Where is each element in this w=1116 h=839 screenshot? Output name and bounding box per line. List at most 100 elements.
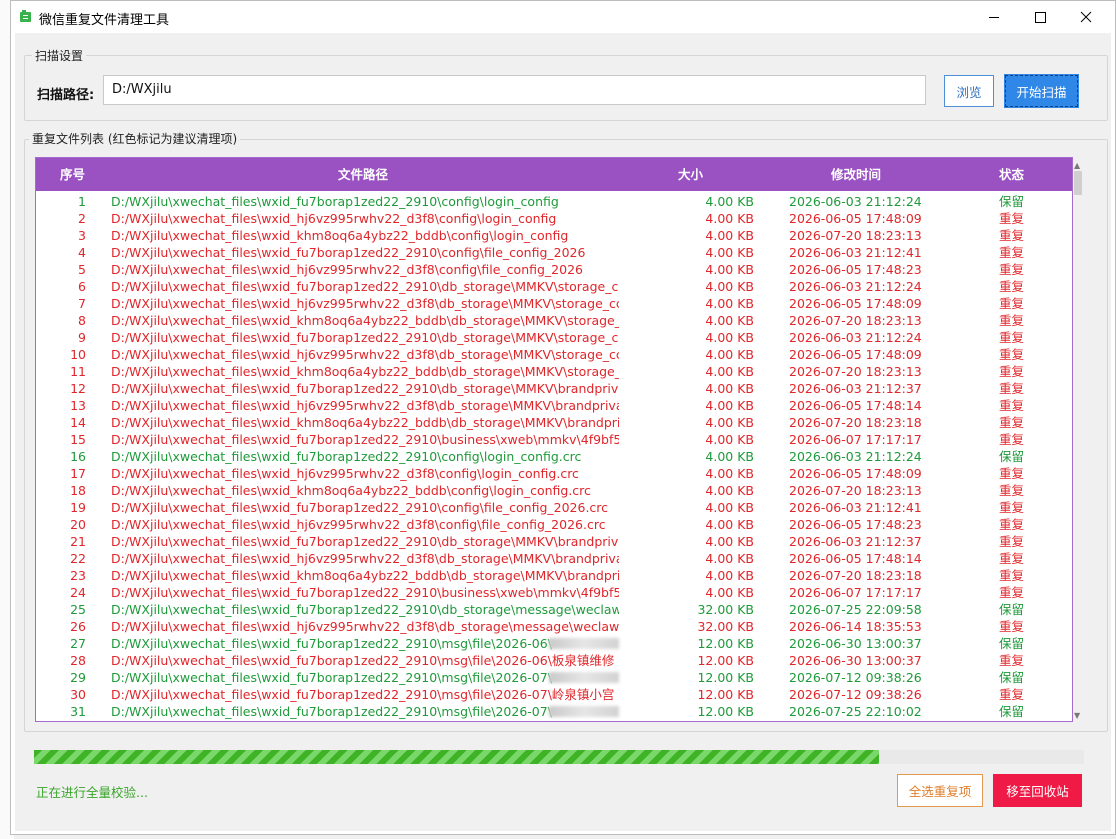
column-header-time[interactable]: 修改时间 [831,158,881,191]
column-header-path[interactable]: 文件路径 [338,158,388,191]
table-row[interactable]: 7 D:/WXjilu\xwechat_files\wxid_hj6vz995rw… [36,295,1072,312]
cell-time: 2026-07-20 18:23:13 [789,228,922,243]
column-header-no[interactable]: 序号 [60,158,85,191]
cell-state: 重复 [999,568,1025,583]
cell-size: 12.00 KB [697,687,754,702]
cell-path: D:/WXjilu\xwechat_files\wxid_hj6vz995rwh… [111,517,606,532]
table-row[interactable]: 21 D:/WXjilu\xwechat_files\wxid_fu7borap1… [36,533,1072,550]
cell-time: 2026-06-05 17:48:14 [789,398,922,413]
table-row[interactable]: 26 D:/WXjilu\xwechat_files\wxid_hj6vz995r… [36,618,1072,635]
cell-no: 17 [70,466,86,481]
app-window: 微信重复文件清理工具 扫描设置 扫描路径: D:/WXjilu 浏览 开始扫描 … [10,0,1116,835]
cell-path: D:/WXjilu\xwechat_files\wxid_hj6vz995rwh… [111,296,619,311]
table-row[interactable]: 23 D:/WXjilu\xwechat_files\wxid_khm8oq6a4… [36,567,1072,584]
cell-path: D:/WXjilu\xwechat_files\wxid_fu7borap1ze… [111,687,615,702]
table-row[interactable]: 29 D:/WXjilu\xwechat_files\wxid_fu7borap1… [36,669,1072,686]
cell-time: 2026-07-20 18:23:13 [789,483,922,498]
cell-no: 7 [78,296,86,311]
cell-no: 6 [78,279,86,294]
cell-state: 重复 [999,347,1025,362]
cell-path: D:/WXjilu\xwechat_files\wxid_fu7borap1ze… [111,194,559,209]
cell-path: D:/WXjilu\xwechat_files\wxid_fu7borap1ze… [111,279,619,294]
cell-time: 2026-06-03 21:12:24 [789,194,922,209]
table-row[interactable]: 14 D:/WXjilu\xwechat_files\wxid_khm8oq6a4… [36,414,1072,431]
scan-path-input[interactable]: D:/WXjilu [103,75,926,105]
cell-time: 2026-06-05 17:48:23 [789,262,922,277]
scroll-down-icon[interactable]: ▼ [1074,711,1080,720]
cell-no: 30 [70,687,86,702]
table-row[interactable]: 19 D:/WXjilu\xwechat_files\wxid_fu7borap1… [36,499,1072,516]
table-row[interactable]: 3 D:/WXjilu\xwechat_files\wxid_khm8oq6a4y… [36,227,1072,244]
cell-state: 重复 [999,653,1025,668]
scan-settings-title: 扫描设置 [32,47,87,64]
cell-no: 21 [70,534,86,549]
table-row[interactable]: 12 D:/WXjilu\xwechat_files\wxid_fu7borap1… [36,380,1072,397]
cell-state: 保留 [999,636,1025,651]
cell-no: 1 [78,194,86,209]
column-header-size[interactable]: 大小 [678,158,703,191]
table-row[interactable]: 1 D:/WXjilu\xwechat_files\wxid_fu7borap1z… [36,193,1072,210]
table-row[interactable]: 9 D:/WXjilu\xwechat_files\wxid_fu7borap1z… [36,329,1072,346]
redacted-filename [549,706,619,717]
cell-path: D:/WXjilu\xwechat_files\wxid_hj6vz995rwh… [111,466,579,481]
cell-state: 保留 [999,602,1025,617]
title-bar[interactable]: 微信重复文件清理工具 [11,1,1115,33]
cell-path: D:/WXjilu\xwechat_files\wxid_fu7borap1ze… [111,245,586,260]
cell-path: D:/WXjilu\xwechat_files\wxid_fu7borap1ze… [111,381,619,396]
window-title: 微信重复文件清理工具 [39,13,170,28]
table-row[interactable]: 13 D:/WXjilu\xwechat_files\wxid_hj6vz995r… [36,397,1072,414]
cell-time: 2026-07-12 09:38:26 [789,670,922,685]
table-row[interactable]: 24 D:/WXjilu\xwechat_files\wxid_fu7borap1… [36,584,1072,601]
close-button[interactable] [1063,1,1109,33]
table-row[interactable]: 5 D:/WXjilu\xwechat_files\wxid_hj6vz995rw… [36,261,1072,278]
cell-time: 2026-06-07 17:17:17 [789,432,922,447]
duplicate-file-table[interactable]: 序号 文件路径 大小 修改时间 状态 1 D:/WXjilu\xwechat_fi… [35,157,1073,722]
table-row[interactable]: 16 D:/WXjilu\xwechat_files\wxid_fu7borap1… [36,448,1072,465]
table-row[interactable]: 11 D:/WXjilu\xwechat_files\wxid_khm8oq6a4… [36,363,1072,380]
cell-path: D:/WXjilu\xwechat_files\wxid_fu7borap1ze… [111,585,619,600]
column-header-state[interactable]: 状态 [999,158,1024,191]
table-row[interactable]: 20 D:/WXjilu\xwechat_files\wxid_hj6vz995r… [36,516,1072,533]
cell-no: 3 [78,228,86,243]
table-row[interactable]: 28 D:/WXjilu\xwechat_files\wxid_fu7borap1… [36,652,1072,669]
maximize-button[interactable] [1017,1,1063,33]
table-row[interactable]: 25 D:/WXjilu\xwechat_files\wxid_fu7borap1… [36,601,1072,618]
table-row[interactable]: 10 D:/WXjilu\xwechat_files\wxid_hj6vz995r… [36,346,1072,363]
minimize-icon [989,16,999,18]
move-to-recycle-button[interactable]: 移至回收站 [993,774,1082,807]
cell-no: 4 [78,245,86,260]
table-row[interactable]: 22 D:/WXjilu\xwechat_files\wxid_hj6vz995r… [36,550,1072,567]
cell-no: 19 [70,500,86,515]
cell-time: 2026-06-03 21:12:24 [789,449,922,464]
table-row[interactable]: 15 D:/WXjilu\xwechat_files\wxid_fu7borap1… [36,431,1072,448]
cell-size: 4.00 KB [705,330,754,345]
cell-size: 4.00 KB [705,415,754,430]
table-row[interactable]: 8 D:/WXjilu\xwechat_files\wxid_khm8oq6a4y… [36,312,1072,329]
table-row[interactable]: 18 D:/WXjilu\xwechat_files\wxid_khm8oq6a4… [36,482,1072,499]
scroll-up-icon[interactable]: ▲ [1074,161,1080,170]
table-row[interactable]: 30 D:/WXjilu\xwechat_files\wxid_fu7borap1… [36,686,1072,703]
redacted-filename [549,638,619,649]
cell-state: 重复 [999,279,1025,294]
duplicate-list-title: 重复文件列表 (红色标记为建议清理项) [29,130,241,147]
table-row[interactable]: 31 D:/WXjilu\xwechat_files\wxid_fu7borap1… [36,703,1072,720]
table-row[interactable]: 2 D:/WXjilu\xwechat_files\wxid_hj6vz995rw… [36,210,1072,227]
cell-size: 4.00 KB [705,211,754,226]
table-scrollbar[interactable]: ▲ ▼ [1073,161,1083,720]
start-scan-button[interactable]: 开始扫描 [1004,74,1079,108]
cell-size: 4.00 KB [705,551,754,566]
cell-no: 20 [70,517,86,532]
scrollbar-thumb[interactable] [1074,171,1082,195]
table-row[interactable]: 4 D:/WXjilu\xwechat_files\wxid_fu7borap1z… [36,244,1072,261]
minimize-button[interactable] [971,1,1017,33]
table-row[interactable]: 17 D:/WXjilu\xwechat_files\wxid_hj6vz995r… [36,465,1072,482]
table-row[interactable]: 6 D:/WXjilu\xwechat_files\wxid_fu7borap1z… [36,278,1072,295]
cell-no: 28 [70,653,86,668]
browse-button[interactable]: 浏览 [944,75,994,107]
cell-time: 2026-06-05 17:48:09 [789,211,922,226]
cell-time: 2026-07-25 22:10:02 [789,704,922,719]
table-row[interactable]: 27 D:/WXjilu\xwechat_files\wxid_fu7borap1… [36,635,1072,652]
cell-no: 10 [70,347,86,362]
select-duplicates-button[interactable]: 全选重复项 [897,774,983,807]
cell-no: 25 [70,602,86,617]
